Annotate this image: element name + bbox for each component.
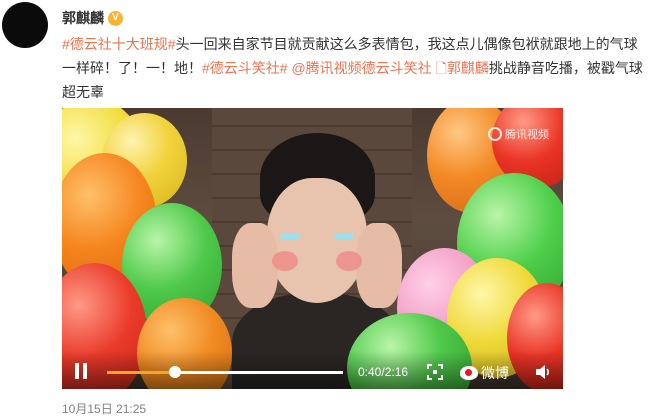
person-hand-left xyxy=(232,223,278,308)
weibo-logo: 微博 xyxy=(460,363,509,383)
video-player[interactable]: 腾讯视频 0:40/2:16 微博 xyxy=(62,108,563,389)
verified-badge-icon: V xyxy=(108,10,123,26)
blush-right xyxy=(336,251,362,271)
author-name[interactable]: 郭麒麟 xyxy=(62,8,104,28)
tencent-video-icon xyxy=(488,127,502,141)
blush-left xyxy=(272,251,298,271)
time-display: 0:40/2:16 xyxy=(358,365,409,379)
tear-right xyxy=(334,233,354,239)
post-timestamp[interactable]: 10月15日 21:25 xyxy=(62,400,146,417)
mention-link[interactable]: @腾讯视频德云斗笑社 xyxy=(291,60,431,76)
progress-fill xyxy=(107,371,176,374)
avatar[interactable] xyxy=(2,2,48,48)
post-text: #德云社十大班规#头一回来自家节目就贡献这么多表情包，我这点儿偶像包袱就跟地上的… xyxy=(62,32,650,104)
person-link[interactable]: 🗋郭麒麟 xyxy=(436,60,489,76)
person-hand-right xyxy=(356,223,402,308)
weibo-eye-icon xyxy=(460,366,478,380)
pause-bar xyxy=(83,363,87,379)
video-controls: 0:40/2:16 微博 xyxy=(62,351,563,389)
topic-link[interactable]: #德云斗笑社# xyxy=(202,60,288,76)
fullscreen-icon[interactable] xyxy=(427,364,443,380)
person-face xyxy=(267,178,367,303)
video-watermark: 腾讯视频 xyxy=(488,126,549,142)
weibo-logo-text: 微博 xyxy=(481,365,509,381)
pause-button[interactable] xyxy=(74,363,88,379)
author-row: 郭麒麟 V xyxy=(62,8,123,28)
tear-left xyxy=(280,233,300,239)
progress-knob[interactable] xyxy=(169,366,182,378)
volume-icon[interactable] xyxy=(534,363,552,381)
topic-link[interactable]: #德云社十大班规# xyxy=(62,36,176,52)
watermark-text: 腾讯视频 xyxy=(505,129,549,141)
pause-bar xyxy=(75,363,79,379)
progress-bar[interactable] xyxy=(107,366,343,378)
